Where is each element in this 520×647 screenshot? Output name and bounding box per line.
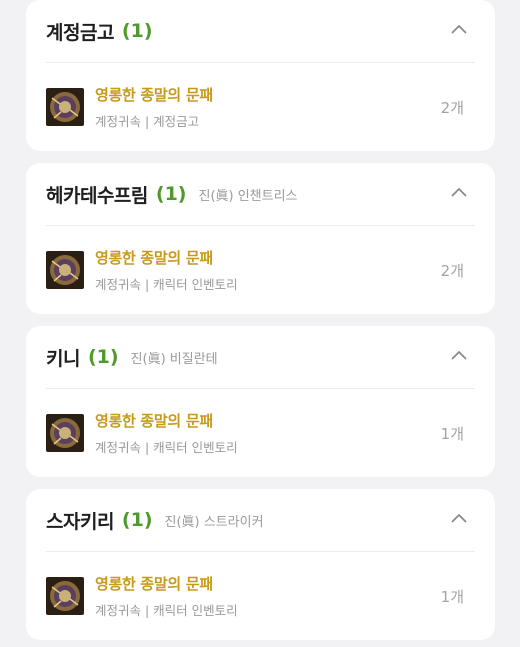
item-count: (1) [121, 509, 153, 531]
item-count: (1) [155, 183, 187, 205]
chevron-up-icon[interactable] [451, 350, 467, 360]
item-name: 영롱한 종말의 문패 [95, 412, 213, 430]
item-meta: 계정귀속 | 캐릭터 인벤토리 [95, 440, 238, 455]
item-row[interactable]: 영롱한 종말의 문패 계정귀속 | 캐릭터 인벤토리 1개 [46, 553, 475, 639]
chevron-up-icon[interactable] [451, 24, 467, 34]
item-count: (1) [87, 346, 119, 368]
nameplate-icon [46, 251, 84, 289]
item-quantity: 1개 [440, 587, 464, 606]
card-header[interactable]: 키니 (1) 진(眞) 비질란테 [46, 326, 475, 389]
item-name: 영롱한 종말의 문패 [95, 86, 213, 104]
item-meta: 계정귀속 | 캐릭터 인벤토리 [95, 277, 238, 292]
item-quantity: 2개 [440, 261, 464, 280]
character-card: 키니 (1) 진(眞) 비질란테 영롱한 종말의 문패 계정귀속 | 캐릭터 인… [26, 326, 495, 477]
card-header[interactable]: 스자키리 (1) 진(眞) 스트라이커 [46, 489, 475, 552]
item-count: (1) [121, 20, 153, 42]
character-card: 스자키리 (1) 진(眞) 스트라이커 영롱한 종말의 문패 계정귀속 | 캐릭… [26, 489, 495, 640]
character-name: 키니 [46, 347, 80, 370]
storage-list: 계정금고 (1) 영롱한 종말의 문패 계정귀속 | 계정금고 2개 헤카테수프… [0, 0, 520, 647]
item-quantity: 1개 [440, 424, 464, 443]
item-name: 영롱한 종말의 문패 [95, 249, 213, 267]
item-quantity: 2개 [440, 98, 464, 117]
card-header[interactable]: 계정금고 (1) [46, 0, 475, 63]
card-header[interactable]: 헤카테수프림 (1) 진(眞) 인챈트리스 [46, 163, 475, 226]
item-row[interactable]: 영롱한 종말의 문패 계정귀속 | 계정금고 2개 [46, 64, 475, 150]
nameplate-icon [46, 577, 84, 615]
item-row[interactable]: 영롱한 종말의 문패 계정귀속 | 캐릭터 인벤토리 1개 [46, 390, 475, 476]
item-name: 영롱한 종말의 문패 [95, 575, 213, 593]
character-name: 헤카테수프림 [46, 184, 148, 207]
chevron-up-icon[interactable] [451, 513, 467, 523]
character-job: 진(眞) 비질란테 [130, 351, 218, 367]
character-name: 계정금고 [46, 21, 114, 44]
nameplate-icon [46, 88, 84, 126]
item-meta: 계정귀속 | 캐릭터 인벤토리 [95, 603, 238, 618]
character-name: 스자키리 [46, 510, 114, 533]
chevron-up-icon[interactable] [451, 187, 467, 197]
nameplate-icon [46, 414, 84, 452]
character-job: 진(眞) 스트라이커 [164, 514, 264, 530]
character-card-vault: 계정금고 (1) 영롱한 종말의 문패 계정귀속 | 계정금고 2개 [26, 0, 495, 151]
character-card: 헤카테수프림 (1) 진(眞) 인챈트리스 영롱한 종말의 문패 계정귀속 | … [26, 163, 495, 314]
item-meta: 계정귀속 | 계정금고 [95, 114, 200, 129]
item-row[interactable]: 영롱한 종말의 문패 계정귀속 | 캐릭터 인벤토리 2개 [46, 227, 475, 313]
character-job: 진(眞) 인챈트리스 [198, 188, 298, 204]
